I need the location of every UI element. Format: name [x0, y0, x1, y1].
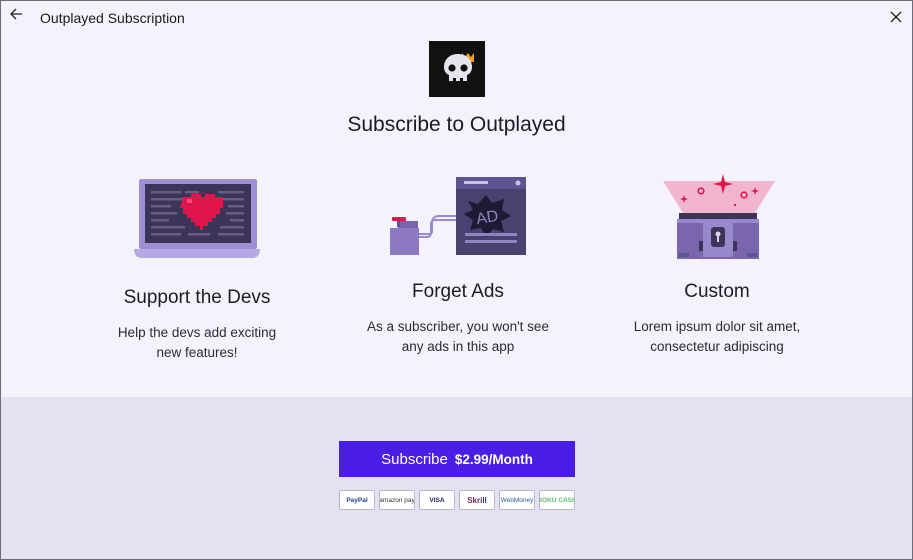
boku-cash-logo-icon: BOKU CASH [539, 490, 575, 510]
feature-description: As a subscriber, you won't see any ads i… [343, 317, 573, 357]
feature-description-line: consectetur adipiscing [650, 339, 784, 354]
feature-description-line: new features! [156, 345, 238, 360]
payment-methods: PayPal amazon pay VISA Skrill WebMoney B… [339, 490, 579, 510]
feature-description: Lorem ipsum dolor sit amet, consectetur … [602, 317, 832, 357]
feature-description-line: Lorem ipsum dolor sit amet, [633, 319, 801, 334]
page-title: Subscribe to Outplayed [347, 113, 566, 136]
feature-support-devs: Support the Devs Help the devs add excit… [82, 177, 312, 363]
paypal-logo-icon: PayPal [339, 490, 375, 510]
visa-logo-icon: VISA [419, 490, 455, 510]
feature-title: Custom [684, 281, 750, 302]
feature-title: Support the Devs [123, 287, 271, 308]
feature-forget-ads: AD Forget Ads As a subscriber, you won't… [343, 171, 573, 357]
close-button[interactable] [886, 7, 906, 27]
laptop-heart-icon [134, 179, 260, 258]
title-bar: Outplayed Subscription [1, 1, 912, 35]
window-title: Outplayed Subscription [40, 10, 185, 26]
feature-description: Help the devs add exciting new features! [82, 323, 312, 363]
arrow-left-icon [10, 8, 22, 20]
webmoney-logo-icon: WebMoney [499, 490, 535, 510]
ad-blocker-icon: AD [390, 177, 526, 255]
subscribe-button[interactable]: Subscribe $2.99/Month [339, 441, 575, 477]
subscribe-panel: Subscribe $2.99/Month PayPal amazon pay … [1, 397, 912, 559]
feature-title: Forget Ads [412, 281, 504, 302]
close-icon [890, 11, 902, 23]
feature-description-line: Help the devs add exciting [117, 325, 277, 340]
amazon-pay-logo-icon: amazon pay [379, 490, 415, 510]
subscription-window: Outplayed Subscription Subscribe to Outp… [0, 0, 913, 560]
subscribe-price: $2.99/Month [454, 451, 533, 467]
app-logo [429, 41, 485, 97]
treasure-chest-icon [663, 174, 775, 259]
skull-crown-logo-icon [444, 53, 474, 81]
feature-description-line: As a subscriber, you won't see [367, 319, 549, 334]
feature-custom: Custom Lorem ipsum dolor sit amet, conse… [602, 171, 832, 357]
back-button[interactable] [7, 7, 25, 27]
feature-description-line: any ads in this app [401, 339, 515, 354]
subscribe-button-label: Subscribe [381, 450, 448, 468]
skrill-logo-icon: Skrill [459, 490, 495, 510]
